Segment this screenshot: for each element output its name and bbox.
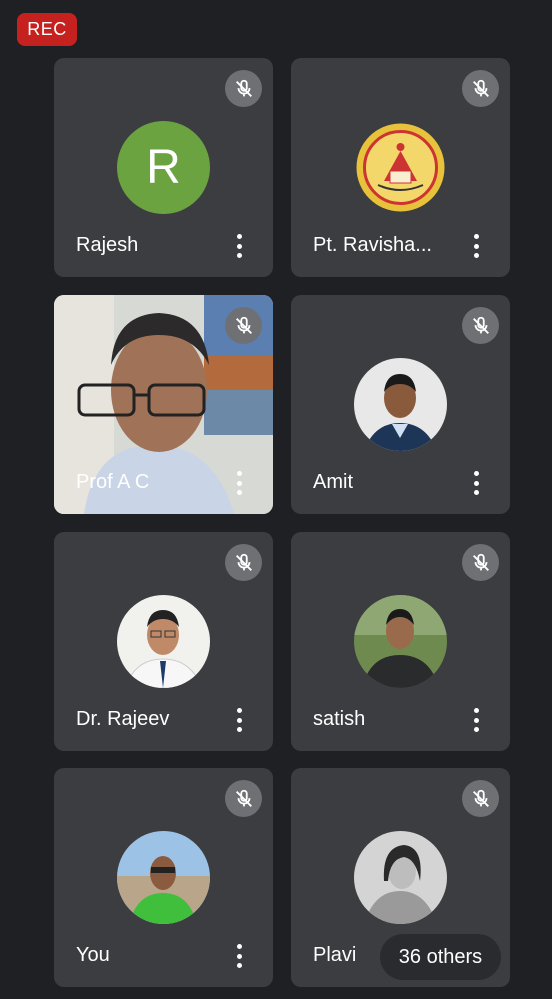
participant-name: Plavi (313, 944, 357, 966)
participant-name: Amit (313, 471, 353, 493)
avatar (354, 831, 447, 924)
more-options-icon[interactable] (227, 942, 251, 970)
participant-tile-satish[interactable]: satish (291, 532, 510, 751)
avatar (117, 595, 210, 688)
participant-name: Rajesh (76, 234, 139, 256)
mic-off-icon (462, 780, 499, 817)
participant-tile-dr-rajeev[interactable]: Dr. Rajeev (54, 532, 273, 751)
more-options-icon[interactable] (227, 706, 251, 734)
participant-name: Dr. Rajeev (76, 708, 170, 730)
mic-off-icon (462, 544, 499, 581)
more-options-icon[interactable] (227, 469, 251, 497)
mic-off-icon (462, 307, 499, 344)
participant-tile-prof-ac[interactable]: Prof A C (54, 295, 273, 514)
avatar (117, 831, 210, 924)
more-options-icon[interactable] (464, 469, 488, 497)
mic-off-icon (462, 70, 499, 107)
avatar: R (117, 121, 210, 214)
mic-off-icon (225, 70, 262, 107)
avatar (354, 358, 447, 451)
participant-name: You (76, 944, 110, 966)
participant-name: satish (313, 708, 366, 730)
more-options-icon[interactable] (464, 232, 488, 260)
avatar (354, 595, 447, 688)
mic-off-icon (225, 780, 262, 817)
more-options-icon[interactable] (464, 706, 488, 734)
participant-tile-amit[interactable]: Amit (291, 295, 510, 514)
participant-tile-rajesh[interactable]: R Rajesh (54, 58, 273, 277)
others-count-button[interactable]: 36 others (380, 934, 501, 980)
mic-off-icon (225, 307, 262, 344)
participant-tile-you[interactable]: You (54, 768, 273, 987)
university-logo (354, 121, 447, 214)
participant-tile-university[interactable]: Pt. Ravisha... (291, 58, 510, 277)
more-options-icon[interactable] (227, 232, 251, 260)
participant-name: Pt. Ravisha... (313, 234, 432, 256)
mic-off-icon (225, 544, 262, 581)
recording-badge: REC (17, 13, 77, 46)
participant-name: Prof A C (76, 471, 150, 493)
